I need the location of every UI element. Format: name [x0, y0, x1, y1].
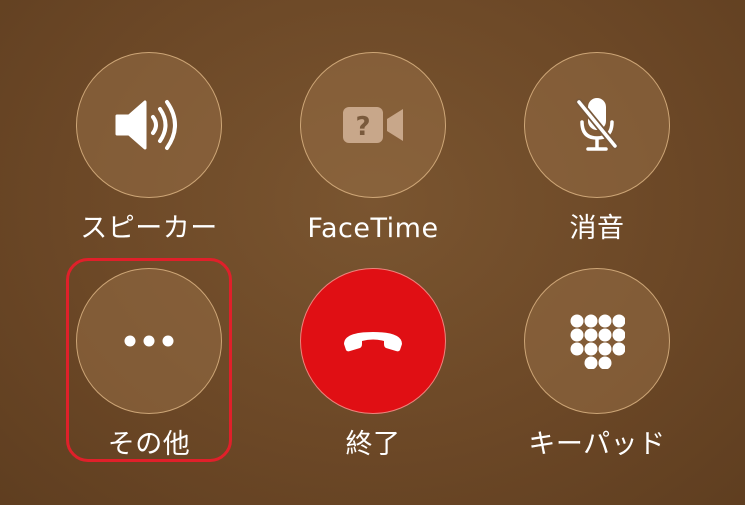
keypad-button[interactable]	[524, 268, 670, 414]
mute-label: 消音	[569, 213, 625, 244]
more-label: その他	[107, 429, 191, 460]
speaker-icon	[113, 97, 185, 153]
more-button[interactable]	[76, 268, 222, 414]
end-call-label: 終了	[345, 429, 401, 460]
svg-text:?: ?	[355, 112, 370, 142]
mic-off-icon	[575, 96, 619, 154]
speaker-label: スピーカー	[80, 213, 218, 244]
facetime-button[interactable]: ?	[300, 52, 446, 198]
mute-button[interactable]	[524, 52, 670, 198]
facetime-label: FaceTime	[307, 213, 439, 244]
phone-hangup-icon	[340, 326, 406, 356]
ellipsis-icon	[122, 334, 176, 348]
keypad-label: キーパッド	[528, 429, 666, 460]
speaker-button[interactable]	[76, 52, 222, 198]
end-call-button[interactable]	[300, 268, 446, 414]
facetime-question-icon: ?	[341, 105, 405, 145]
keypad-icon	[569, 313, 625, 369]
